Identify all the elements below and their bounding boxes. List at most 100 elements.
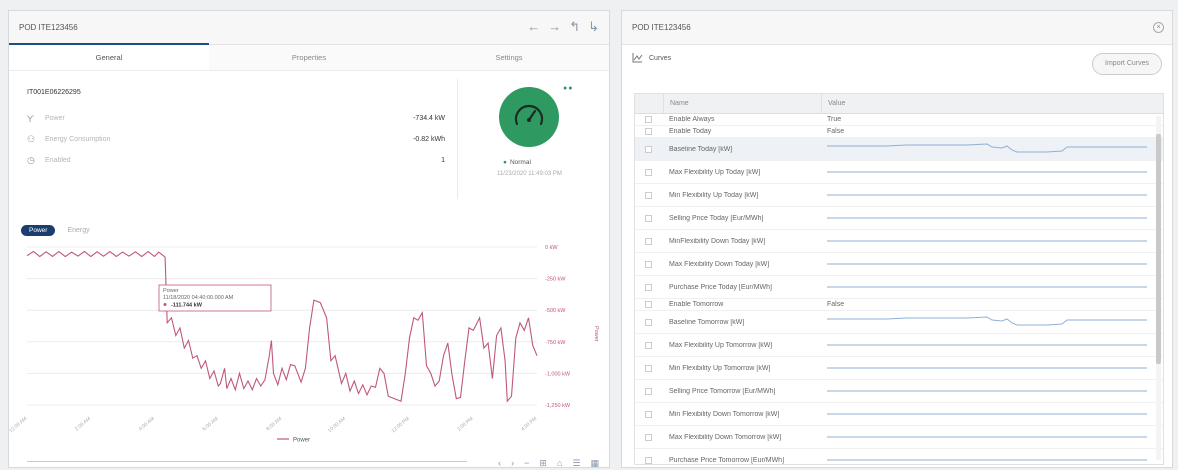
- sparkline: [827, 316, 1147, 326]
- row-checkbox[interactable]: [645, 456, 652, 464]
- power-chart[interactable]: 0 kW -250 kW -500 kW -750 kW -1,000 kW -1,250…: [9, 237, 609, 451]
- close-icon[interactable]: ×: [1153, 22, 1164, 33]
- y-tick-label: -750 kW: [545, 340, 566, 346]
- status-dots: ●●: [563, 85, 574, 92]
- row-checkbox[interactable]: [645, 301, 652, 308]
- row-checkbox-cell: [635, 191, 663, 199]
- row-checkbox[interactable]: [645, 237, 652, 245]
- row-sparkline-cell: [821, 276, 1163, 298]
- scrollbar-thumb[interactable]: [1156, 134, 1161, 364]
- status-badge: ● Normal: [503, 159, 531, 166]
- arrow-left-icon[interactable]: ←: [527, 20, 540, 34]
- table-row[interactable]: Purchase Price Tomorrow [Eur/MWh]: [635, 449, 1163, 464]
- tab-properties[interactable]: Properties: [209, 45, 409, 70]
- table-row[interactable]: Purchase Price Today [Eur/MWh]: [635, 276, 1163, 299]
- row-sparkline-cell: [821, 426, 1163, 448]
- row-value: True: [827, 116, 842, 123]
- table-row[interactable]: Max Flexibility Down Today [kW]: [635, 253, 1163, 276]
- table-row[interactable]: Baseline Tomorrow [kW]: [635, 311, 1163, 334]
- tab-general[interactable]: General: [9, 43, 209, 70]
- tab-settings[interactable]: Settings: [409, 45, 609, 70]
- scroll-left-icon[interactable]: ‹: [498, 458, 501, 469]
- row-checkbox[interactable]: [645, 433, 652, 441]
- chart-tab-power[interactable]: Power: [21, 225, 56, 236]
- row-checkbox[interactable]: [645, 168, 652, 176]
- table-row[interactable]: Min Flexibility Up Today [kW]: [635, 184, 1163, 207]
- tooltip-value: -111.744 kW: [171, 303, 203, 309]
- row-checkbox[interactable]: [645, 283, 652, 291]
- import-curves-button[interactable]: Import Curves: [1092, 53, 1162, 75]
- property-row: ϒ Power -734.4 kW: [27, 108, 445, 129]
- sparkline: [827, 194, 1147, 196]
- arrow-up-icon[interactable]: ↰: [569, 20, 580, 34]
- row-name: Enable Tomorrow: [669, 301, 724, 308]
- row-checkbox[interactable]: [645, 410, 652, 418]
- row-checkbox[interactable]: [645, 260, 652, 268]
- row-name: Min Flexibility Up Today [kW]: [669, 191, 759, 199]
- share-icon[interactable]: ↳: [588, 20, 599, 34]
- row-checkbox[interactable]: [645, 318, 652, 326]
- row-name: Max Flexibility Up Today [kW]: [669, 168, 761, 176]
- pane-title: POD ITE123456: [19, 23, 78, 32]
- row-checkbox-cell: [635, 341, 663, 349]
- arrow-right-icon[interactable]: →: [548, 20, 561, 34]
- row-checkbox[interactable]: [645, 214, 652, 222]
- minus-icon[interactable]: −: [524, 458, 529, 469]
- row-checkbox[interactable]: [645, 191, 652, 199]
- table-row[interactable]: Min Flexibility Up Tomorrow [kW]: [635, 357, 1163, 380]
- row-name: Purchase Price Tomorrow [Eur/MWh]: [669, 456, 785, 464]
- row-sparkline-cell: [821, 357, 1163, 379]
- detail-tabs: General Properties Settings: [9, 43, 609, 71]
- row-checkbox[interactable]: [645, 387, 652, 395]
- row-name: Max Flexibility Down Tomorrow [kW]: [669, 433, 782, 441]
- home-icon[interactable]: ⌂: [557, 458, 562, 469]
- table-row[interactable]: Enable Always True: [635, 114, 1163, 126]
- column-header-value[interactable]: Value: [821, 94, 1163, 113]
- property-label: Power: [45, 115, 65, 122]
- row-checkbox[interactable]: [645, 128, 652, 135]
- row-value: False: [827, 128, 845, 135]
- row-sparkline-cell: [821, 311, 1163, 333]
- table-row[interactable]: Baseline Today [kW]: [635, 138, 1163, 161]
- x-tick-label: 12:00 PM: [391, 416, 411, 434]
- grid-icon[interactable]: ▦: [590, 458, 599, 469]
- table-row[interactable]: Enable Tomorrow False: [635, 299, 1163, 311]
- vertical-scrollbar[interactable]: [1156, 116, 1161, 460]
- row-name: Selling Price Today [Eur/MWh]: [669, 214, 764, 222]
- chart-tab-energy[interactable]: Energy: [67, 227, 89, 234]
- zoom-icon[interactable]: ⊞: [539, 458, 547, 469]
- y-tick-label: 0 kW: [545, 245, 558, 251]
- row-checkbox[interactable]: [645, 364, 652, 372]
- table-row[interactable]: MinFlexibility Down Today [kW]: [635, 230, 1163, 253]
- pane-title: POD ITE123456: [632, 23, 691, 32]
- divider: [457, 79, 458, 199]
- property-value: -0.82 kWh: [413, 136, 445, 143]
- row-checkbox[interactable]: [645, 145, 652, 153]
- table-row[interactable]: Min Flexibility Down Tomorrow [kW]: [635, 403, 1163, 426]
- row-checkbox[interactable]: [645, 116, 652, 123]
- sparkline: [827, 217, 1147, 219]
- row-sparkline-cell: [821, 138, 1163, 160]
- menu-icon[interactable]: ☰: [572, 458, 580, 469]
- row-checkbox-cell: [635, 145, 663, 153]
- row-name: Min Flexibility Down Tomorrow [kW]: [669, 410, 780, 418]
- x-tick-label: 4:00 AM: [138, 416, 156, 432]
- series-line-power: [26, 250, 538, 403]
- table-row[interactable]: Max Flexibility Up Today [kW]: [635, 161, 1163, 184]
- table-row[interactable]: Selling Price Today [Eur/MWh]: [635, 207, 1163, 230]
- scroll-right-icon[interactable]: ›: [511, 458, 514, 469]
- table-row[interactable]: Enable Today False: [635, 126, 1163, 138]
- row-checkbox[interactable]: [645, 341, 652, 349]
- x-tick-label: 6:00 AM: [202, 416, 220, 432]
- sparkline: [827, 367, 1147, 369]
- table-row[interactable]: Max Flexibility Up Tomorrow [kW]: [635, 334, 1163, 357]
- row-sparkline-cell: [821, 184, 1163, 206]
- energy-icon: ⚇: [27, 134, 36, 144]
- horizontal-scrollbar[interactable]: [27, 461, 467, 467]
- x-tick-label: 2:00 AM: [74, 416, 92, 432]
- table-row[interactable]: Selling Price Tomorrow [Eur/MWh]: [635, 380, 1163, 403]
- grid-header: Name Value: [635, 94, 1163, 114]
- row-name: Max Flexibility Down Today [kW]: [669, 260, 770, 268]
- table-row[interactable]: Max Flexibility Down Tomorrow [kW]: [635, 426, 1163, 449]
- column-header-name[interactable]: Name: [663, 94, 821, 113]
